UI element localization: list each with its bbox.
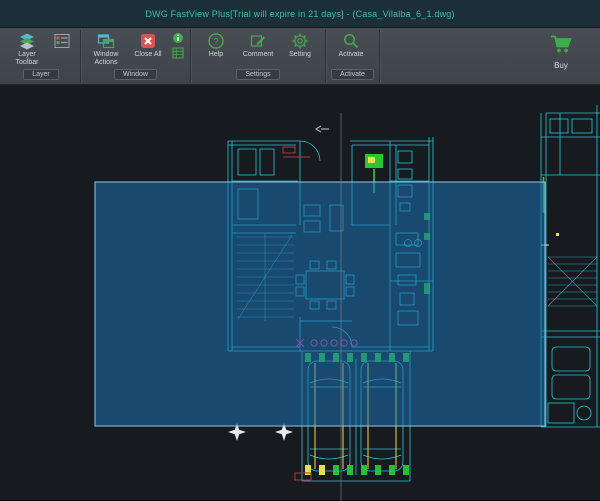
gear-icon bbox=[291, 32, 309, 50]
ribbon-group-label-activate[interactable]: Activate bbox=[331, 69, 374, 80]
ribbon-group-label-layer[interactable]: Layer bbox=[23, 69, 59, 80]
ribbon-group-activate: Activate Activate bbox=[326, 30, 380, 82]
svg-text:?: ? bbox=[213, 37, 218, 48]
ribbon-group-settings: ? Help Comment Setting Settings bbox=[191, 30, 326, 82]
help-label: Help bbox=[209, 51, 223, 59]
ribbon-group-window: Window Actions Close All bbox=[81, 30, 191, 82]
activate-button[interactable]: Activate bbox=[331, 31, 371, 60]
titlebar[interactable]: DWG FastView Plus[Trial will expire in 2… bbox=[0, 0, 600, 28]
window-title: DWG FastView Plus[Trial will expire in 2… bbox=[145, 9, 454, 19]
layer-list-button[interactable] bbox=[49, 31, 75, 51]
selection-box bbox=[95, 182, 545, 426]
info-button[interactable] bbox=[170, 33, 185, 46]
window-actions-button[interactable]: Window Actions bbox=[86, 31, 126, 68]
ribbon-group-layer: Layer Toolbar Layer bbox=[2, 30, 81, 82]
magnifier-icon bbox=[342, 32, 360, 50]
parking-columns-bottom bbox=[305, 465, 409, 475]
layer-toolbar-button[interactable]: Layer Toolbar bbox=[7, 31, 47, 68]
close-all-icon bbox=[139, 32, 157, 50]
floor-plan-right bbox=[541, 105, 600, 427]
dwg-fastview-window: DWG FastView Plus[Trial will expire in 2… bbox=[0, 0, 600, 500]
window-mini-buttons bbox=[170, 31, 185, 61]
staircase-right bbox=[548, 257, 597, 306]
cart-icon bbox=[549, 33, 573, 60]
buy-button[interactable]: Buy bbox=[538, 33, 584, 70]
close-all-button[interactable]: Close All bbox=[128, 31, 168, 60]
window-actions-label: Window Actions bbox=[88, 51, 124, 67]
setting-button[interactable]: Setting bbox=[280, 31, 320, 60]
grid-icon bbox=[172, 46, 184, 64]
cursor-marker-icon bbox=[316, 126, 329, 132]
ribbon-toolbar: Layer Toolbar Layer Window Actions bbox=[0, 28, 600, 85]
drawing-canvas[interactable] bbox=[0, 85, 600, 500]
buy-label: Buy bbox=[554, 61, 568, 70]
window-actions-icon bbox=[97, 32, 115, 50]
ribbon-group-label-settings[interactable]: Settings bbox=[236, 69, 279, 80]
grid-button[interactable] bbox=[170, 48, 185, 61]
comment-label: Comment bbox=[243, 51, 273, 59]
ribbon-group-label-window[interactable]: Window bbox=[114, 69, 157, 80]
activate-label: Activate bbox=[339, 51, 364, 59]
comment-button[interactable]: Comment bbox=[238, 31, 278, 60]
cad-drawing[interactable] bbox=[0, 85, 600, 501]
help-icon: ? bbox=[207, 32, 225, 50]
layer-toolbar-label: Layer Toolbar bbox=[9, 51, 45, 67]
comment-icon bbox=[249, 32, 267, 50]
close-all-label: Close All bbox=[134, 51, 161, 59]
help-button[interactable]: ? Help bbox=[196, 31, 236, 60]
layers-icon bbox=[18, 32, 36, 50]
setting-label: Setting bbox=[289, 51, 311, 59]
layer-list-icon bbox=[53, 32, 71, 50]
